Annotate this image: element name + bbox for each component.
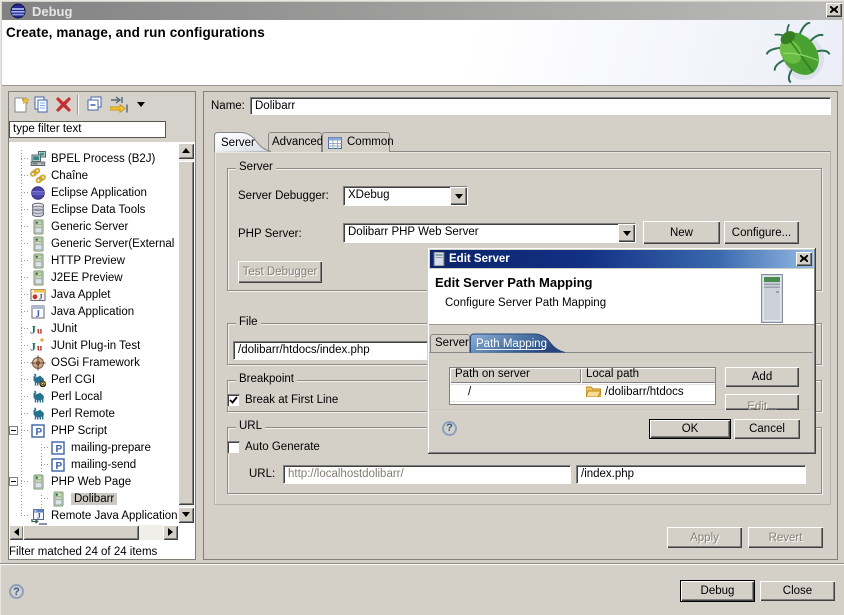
- svg-text:P: P: [56, 461, 63, 472]
- svg-text:P: P: [56, 444, 63, 455]
- svg-text:J: J: [36, 309, 41, 319]
- svg-text:Server: Server: [221, 137, 255, 149]
- svg-text:Path Mapping: Path Mapping: [476, 338, 547, 350]
- svg-text:P: P: [36, 427, 43, 438]
- svg-text:J: J: [37, 511, 41, 520]
- svg-text:u: u: [37, 343, 43, 353]
- svg-text:J: J: [30, 322, 36, 336]
- svg-text:J: J: [39, 292, 43, 301]
- svg-text:J: J: [30, 339, 36, 353]
- svg-text:u: u: [37, 326, 43, 336]
